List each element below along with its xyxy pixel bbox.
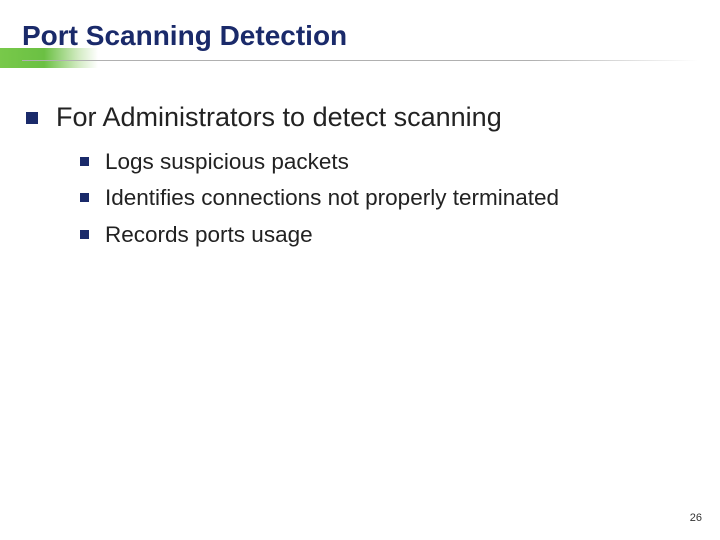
slide-title: Port Scanning Detection — [22, 20, 347, 52]
bullet-level2: Records ports usage — [80, 220, 686, 250]
level2-text: Identifies connections not properly term… — [105, 183, 559, 213]
level2-text: Records ports usage — [105, 220, 313, 250]
square-bullet-icon — [26, 112, 38, 124]
title-underline — [22, 60, 698, 61]
square-bullet-icon — [80, 157, 89, 166]
bullet-level1: For Administrators to detect scanning — [26, 100, 686, 135]
slide-body: For Administrators to detect scanning Lo… — [26, 100, 686, 256]
square-bullet-icon — [80, 193, 89, 202]
bullet-level2: Identifies connections not properly term… — [80, 183, 686, 213]
bullet-level2: Logs suspicious packets — [80, 147, 686, 177]
square-bullet-icon — [80, 230, 89, 239]
page-number: 26 — [690, 512, 702, 524]
sub-bullet-group: Logs suspicious packets Identifies conne… — [80, 147, 686, 250]
level2-text: Logs suspicious packets — [105, 147, 349, 177]
level1-text: For Administrators to detect scanning — [56, 100, 502, 135]
